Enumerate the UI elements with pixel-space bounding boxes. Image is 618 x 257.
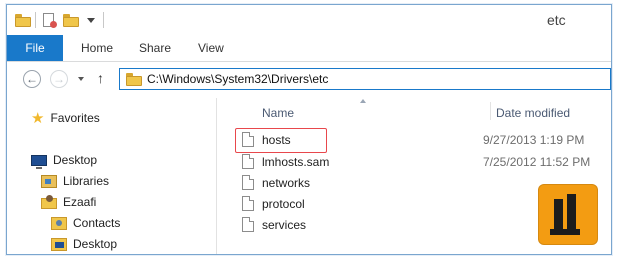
file-date-modified: 7/25/2012 11:52 PM <box>483 155 591 169</box>
nav-item-label: Favorites <box>50 111 100 125</box>
ribbon-tabs: File Home Share View <box>7 35 611 62</box>
title-bar: etc <box>7 5 611 35</box>
file-name: networks <box>262 176 311 190</box>
nav-item-label: Desktop <box>73 237 118 251</box>
file-row-lmhosts[interactable]: lmhosts.sam 7/25/2012 11:52 PM <box>235 152 609 172</box>
new-folder-icon[interactable] <box>63 11 79 29</box>
column-header-name[interactable]: Name <box>262 106 294 120</box>
desktop-icon <box>31 154 47 169</box>
libraries-icon <box>41 174 57 188</box>
recent-locations-dropdown-icon[interactable] <box>78 77 84 81</box>
back-button[interactable]: ← <box>23 70 41 88</box>
file-row-hosts[interactable]: hosts 9/27/2013 1:19 PM <box>235 130 609 150</box>
window-folder-icon <box>15 11 31 29</box>
file-name: hosts <box>262 133 291 147</box>
nav-item-label: Contacts <box>73 216 121 230</box>
nav-item-ezaafi[interactable]: Ezaafi <box>41 192 96 212</box>
toolbar-separator <box>103 12 104 28</box>
tab-home[interactable]: Home <box>81 35 113 61</box>
desktop-folder-icon <box>51 237 67 251</box>
address-path[interactable]: C:\Windows\System32\Drivers\etc <box>147 72 328 86</box>
file-name: services <box>262 218 307 232</box>
file-icon <box>242 175 254 190</box>
tab-file[interactable]: File <box>7 35 63 61</box>
star-icon: ★ <box>31 109 45 127</box>
file-icon <box>242 154 254 169</box>
file-name: lmhosts.sam <box>262 155 330 169</box>
file-icon <box>242 132 254 147</box>
properties-icon[interactable] <box>43 11 57 29</box>
nav-item-label: Ezaafi <box>63 195 97 209</box>
sort-caret-icon <box>360 99 366 103</box>
customize-toolbar-dropdown-icon[interactable] <box>87 11 95 29</box>
nav-item-label: Desktop <box>53 153 98 167</box>
nav-item-desktop[interactable]: Desktop <box>31 150 97 170</box>
tab-view[interactable]: View <box>198 35 224 61</box>
nav-item-contacts[interactable]: Contacts <box>51 213 120 233</box>
file-icon <box>242 217 254 232</box>
toolbar-separator <box>35 12 36 28</box>
file-date-modified: 9/27/2013 1:19 PM <box>483 133 585 147</box>
user-folder-icon <box>41 195 57 209</box>
watermark-logo-icon <box>539 185 597 244</box>
nav-item-label: Libraries <box>63 174 110 188</box>
nav-item-favorites[interactable]: ★ Favorites <box>31 108 100 128</box>
nav-item-desktop-folder[interactable]: Desktop <box>51 234 117 254</box>
address-bar[interactable]: C:\Windows\System32\Drivers\etc <box>119 68 611 90</box>
column-divider[interactable] <box>490 102 491 120</box>
explorer-window: etc File Home Share View ← → ↑ C:\Window… <box>6 4 612 255</box>
navigation-bar: ← → ↑ C:\Windows\System32\Drivers\etc <box>7 62 611 98</box>
nav-item-libraries[interactable]: Libraries <box>41 171 109 191</box>
tab-share[interactable]: Share <box>139 35 171 61</box>
up-button[interactable]: ↑ <box>97 70 104 86</box>
navigation-pane: ★ Favorites Desktop Libraries Ezaafi Con… <box>7 98 217 254</box>
file-icon <box>242 196 254 211</box>
column-header-date-modified[interactable]: Date modified <box>496 106 570 120</box>
forward-button[interactable]: → <box>50 70 68 88</box>
file-name: protocol <box>262 197 305 211</box>
contacts-folder-icon <box>51 216 67 230</box>
window-title: etc <box>547 12 566 28</box>
address-folder-icon <box>126 73 142 86</box>
